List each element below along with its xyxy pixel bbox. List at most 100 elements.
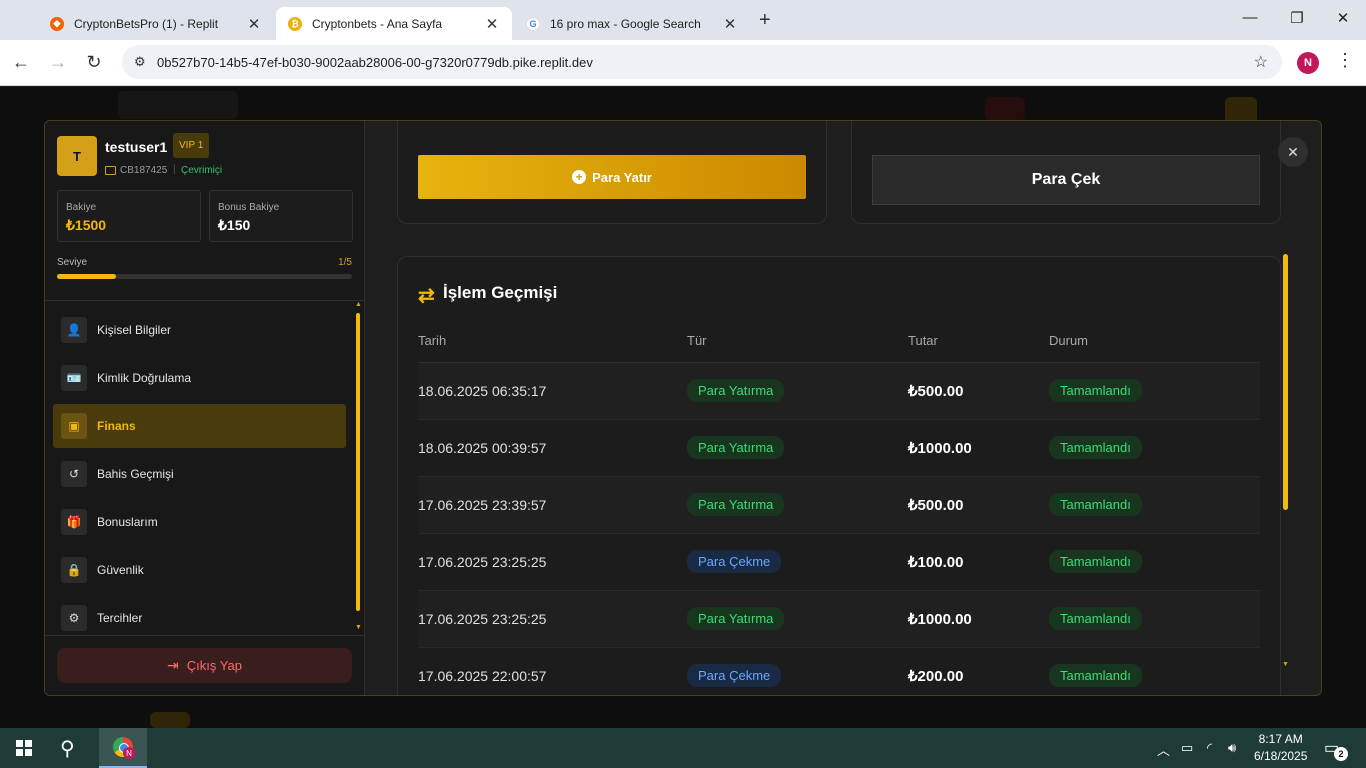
cell-type-badge: Para Yatırma <box>687 436 785 459</box>
replit-icon: ◆ <box>50 16 64 31</box>
profile-sidebar: T testuser1 VIP 1 CB187425 | Çevrimiçi B… <box>45 121 365 695</box>
chrome-taskbar-button[interactable]: N <box>99 728 147 768</box>
tab-cryptonbets[interactable]: ₿ Cryptonbets - Ana Sayfa ✕ <box>276 7 512 40</box>
cell-amount: ₺1000.00 <box>908 440 972 457</box>
bonus-balance-label: Bonus Bakiye <box>218 202 280 213</box>
deposit-card: + Para Yatır <box>397 121 827 224</box>
sidebar-item-personal-info[interactable]: 👤 Kişisel Bilgiler <box>53 308 346 352</box>
tab-replit[interactable]: ◆ CryptonBetsPro (1) - Replit ✕ <box>38 7 274 40</box>
level-progress-track <box>57 274 352 279</box>
close-icon[interactable]: ✕ <box>246 15 262 33</box>
forward-button[interactable]: → <box>47 52 69 73</box>
sidebar-item-label: Bonuslarım <box>97 515 158 529</box>
sign-out-icon: ⇥ <box>167 657 179 673</box>
user-id: CB187425 <box>120 165 168 176</box>
table-row: 18.06.2025 00:39:57 Para Yatırma ₺1000.00 T… <box>418 420 1260 477</box>
scroll-down-arrow-icon[interactable]: ▼ <box>355 624 362 631</box>
minimize-button[interactable]: — <box>1240 9 1260 26</box>
transaction-history: ⇄ İşlem Geçmişi Tarih Tür Tutar Durum 18… <box>397 256 1281 695</box>
omnibox[interactable]: ⚙ 0b527b70-14b5-47ef-b030-9002aab28006-0… <box>122 45 1282 79</box>
cell-type-badge: Para Çekme <box>687 664 782 687</box>
sidebar-item-label: Tercihler <box>97 611 143 625</box>
lock-icon: 🔒 <box>61 557 87 583</box>
bonus-balance-box: Bonus Bakiye ₺150 <box>209 190 353 242</box>
battery-icon[interactable]: ▭ <box>1181 740 1193 756</box>
url-text[interactable]: 0b527b70-14b5-47ef-b030-9002aab28006-00-… <box>157 55 593 70</box>
scroll-down-arrow-icon[interactable]: ▼ <box>1282 661 1289 668</box>
finance-panel: + Para Yatır Para Çek ✕ ⇄ İşlem Geçmişi … <box>365 121 1321 695</box>
bonus-balance-value: ₺150 <box>218 217 251 233</box>
sidebar-scrollbar[interactable] <box>356 313 360 611</box>
sidebar-item-identity[interactable]: 🪪 Kimlik Doğrulama <box>53 356 346 400</box>
user-icon: 👤 <box>61 317 87 343</box>
sidebar-item-preferences[interactable]: ⚙ Tercihler <box>53 596 346 640</box>
table-row: 17.06.2025 23:39:57 Para Yatırma ₺500.00 Ta… <box>418 477 1260 534</box>
system-clock[interactable]: 8:17 AM 6/18/2025 <box>1254 731 1307 765</box>
google-icon: G <box>526 16 540 31</box>
modal-close-button[interactable]: ✕ <box>1278 137 1308 167</box>
profile-modal: T testuser1 VIP 1 CB187425 | Çevrimiçi B… <box>44 120 1322 696</box>
balance-value: ₺1500 <box>66 217 107 233</box>
site-info-icon[interactable]: ⚙ <box>134 54 146 70</box>
cell-type-badge: Para Yatırma <box>687 493 785 516</box>
tab-label: Cryptonbets - Ana Sayfa <box>312 16 443 31</box>
cell-date: 17.06.2025 23:25:25 <box>418 554 547 570</box>
status-badge: Tamamlandı <box>1049 379 1142 402</box>
windows-start-icon[interactable] <box>16 740 32 756</box>
clock-date: 6/18/2025 <box>1254 749 1308 763</box>
sidebar-item-label: Bahis Geçmişi <box>97 467 174 481</box>
plus-circle-icon: + <box>572 170 587 184</box>
cell-date: 17.06.2025 23:39:57 <box>418 497 547 513</box>
close-icon[interactable]: ✕ <box>722 15 738 33</box>
deposit-label: Para Yatır <box>592 169 652 185</box>
new-tab-button[interactable]: + <box>759 9 771 32</box>
restore-button[interactable]: ❐ <box>1287 9 1307 27</box>
profile-avatar[interactable]: N <box>1297 52 1319 74</box>
sidebar-item-label: Kimlik Doğrulama <box>97 371 192 385</box>
divider <box>45 300 365 301</box>
profile-badge: N <box>123 747 135 759</box>
bookmark-star-icon[interactable]: ☆ <box>1254 52 1268 72</box>
column-header-amount: Tutar <box>908 333 938 348</box>
status-badge: Tamamlandı <box>1049 493 1142 516</box>
history-scrollbar[interactable] <box>1283 254 1288 510</box>
cell-amount: ₺100.00 <box>908 554 964 571</box>
address-bar-row: ← → ↻ ⚙ 0b527b70-14b5-47ef-b030-9002aab2… <box>0 40 1366 86</box>
cell-amount: ₺500.00 <box>908 383 964 400</box>
close-icon[interactable]: ✕ <box>484 15 500 33</box>
wifi-icon[interactable]: ◜ <box>1207 740 1212 756</box>
window-close-button[interactable]: ✕ <box>1333 9 1353 27</box>
withdraw-button[interactable]: Para Çek <box>872 155 1260 205</box>
cell-date: 18.06.2025 06:35:17 <box>418 383 547 399</box>
scroll-up-arrow-icon[interactable]: ▲ <box>355 301 362 308</box>
history-icon: ↺ <box>61 461 87 487</box>
tab-google[interactable]: G 16 pro max - Google Search ✕ <box>514 7 750 40</box>
sidebar-item-security[interactable]: 🔒 Güvenlik <box>53 548 346 592</box>
sidebar-item-bonuses[interactable]: 🎁 Bonuslarım <box>53 500 346 544</box>
table-row: 17.06.2025 23:25:25 Para Çekme ₺100.00 Tama… <box>418 534 1260 591</box>
coin-icon: ₿ <box>288 16 302 31</box>
avatar: T <box>57 136 97 176</box>
status-badge: Tamamlandı <box>1049 607 1142 630</box>
balance-label: Bakiye <box>66 202 97 213</box>
back-button[interactable]: ← <box>10 52 32 73</box>
search-icon[interactable]: ⚲ <box>60 736 75 761</box>
deposit-button[interactable]: + Para Yatır <box>418 155 806 199</box>
balance-box: Bakiye ₺1500 <box>57 190 201 242</box>
online-status: Çevrimiçi <box>181 165 223 176</box>
reload-button[interactable]: ↻ <box>83 52 105 73</box>
cell-type-badge: Para Yatırma <box>687 607 785 630</box>
history-title: İşlem Geçmişi <box>443 283 558 302</box>
cell-type-badge: Para Yatırma <box>687 379 785 402</box>
id-card-icon: 🪪 <box>61 365 87 391</box>
level-label: Seviye <box>57 257 88 268</box>
chevron-up-icon[interactable]: ︿ <box>1157 740 1170 759</box>
logout-button[interactable]: ⇥ Çıkış Yap <box>57 648 352 683</box>
browser-menu-icon[interactable]: ⋮ <box>1336 50 1354 71</box>
gear-icon: ⚙ <box>61 605 87 631</box>
volume-icon[interactable]: 🔊︎ <box>1228 740 1236 756</box>
sidebar-item-finance[interactable]: ▣ Finans <box>53 404 346 448</box>
column-header-type: Tür <box>687 333 707 348</box>
sidebar-item-bet-history[interactable]: ↺ Bahis Geçmişi <box>53 452 346 496</box>
taskbar: ⚲ N ︿ ▭ ◜ 🔊︎ 8:17 AM 6/18/2025 ▭ 2 <box>0 728 1366 768</box>
